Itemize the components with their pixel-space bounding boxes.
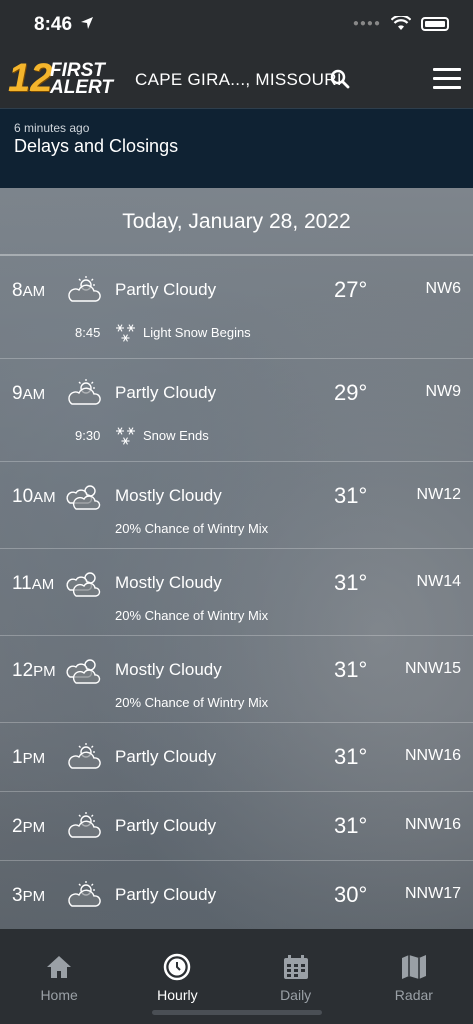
- snow-icon: [114, 321, 138, 345]
- hour-wind: NW12: [416, 486, 461, 503]
- search-icon[interactable]: [330, 69, 350, 89]
- tab-label: Hourly: [157, 987, 198, 1003]
- hour-temperature: 31°: [334, 813, 368, 838]
- mostly-cloudy-icon: [66, 655, 102, 685]
- hour-condition: Partly Cloudy: [115, 747, 217, 766]
- hour-time: 2PM: [12, 816, 46, 837]
- hour-row[interactable]: 2PM Partly Cloudy 31° NNW16: [0, 792, 473, 861]
- clock-icon: [164, 953, 191, 981]
- mostly-cloudy-icon: [66, 481, 102, 511]
- hour-row[interactable]: 11AM Mostly Cloudy 31° NW14 20% Chance of Wi…: [0, 549, 473, 636]
- hour-time: 3PM: [12, 885, 46, 906]
- status-icons: ●●●●: [353, 16, 449, 31]
- battery-icon: [421, 16, 449, 31]
- status-time: 8:46: [34, 14, 73, 35]
- tab-label: Radar: [394, 987, 433, 1003]
- hourly-forecast[interactable]: Today, January 28, 2022 8AM Partly Cloudy…: [0, 188, 473, 929]
- hour-wind: NNW17: [404, 885, 461, 902]
- mostly-cloudy-icon: [66, 568, 102, 598]
- menu-icon[interactable]: [433, 68, 461, 90]
- hour-condition: Partly Cloudy: [115, 885, 217, 904]
- hour-row[interactable]: 8AM Partly Cloudy 27° NW6 8:45 Light Snow Beg…: [0, 256, 473, 359]
- home-indicator[interactable]: [152, 1010, 322, 1015]
- hour-row[interactable]: 1PM Partly Cloudy 31° NNW16: [0, 723, 473, 792]
- hour-time: 1PM: [12, 747, 46, 768]
- map-icon: [401, 955, 426, 979]
- wifi-icon: [391, 16, 411, 30]
- event-text: Snow Ends: [143, 428, 209, 443]
- partly-cloudy-icon: [66, 811, 102, 841]
- tab-home[interactable]: Home: [0, 929, 118, 1024]
- hour-wind: NW6: [425, 280, 461, 297]
- hour-time: 8AM: [12, 280, 46, 301]
- hour-condition: Mostly Cloudy: [115, 573, 222, 592]
- hour-row[interactable]: 10AM Mostly Cloudy 31° NW12 20% Chance of Wi…: [0, 462, 473, 549]
- hour-condition: Partly Cloudy: [115, 816, 217, 835]
- location-arrow-icon: [81, 17, 93, 29]
- tab-label: Home: [40, 987, 78, 1003]
- hour-temperature: 31°: [334, 483, 368, 508]
- precip-chance: 20% Chance of Wintry Mix: [115, 521, 269, 536]
- logo-number: 12: [8, 56, 53, 100]
- alert-title: Delays and Closings: [14, 136, 179, 156]
- event-text: Light Snow Begins: [143, 325, 251, 340]
- logo-text: FIRST ALERT: [50, 61, 113, 98]
- home-icon: [47, 956, 72, 978]
- partly-cloudy-icon: [66, 378, 102, 408]
- hour-condition: Mostly Cloudy: [115, 660, 222, 679]
- hour-list: 8AM Partly Cloudy 27° NW6 8:45 Light Snow Beg…: [0, 256, 473, 929]
- tab-label: Daily: [280, 987, 312, 1003]
- calendar-icon: [283, 955, 308, 979]
- hour-wind: NNW15: [404, 660, 461, 677]
- event-time: 8:45: [75, 325, 101, 340]
- precip-chance: 20% Chance of Wintry Mix: [115, 608, 269, 623]
- hour-row[interactable]: 3PM Partly Cloudy 30° NNW17: [0, 861, 473, 929]
- partly-cloudy-icon: [66, 275, 102, 305]
- alert-banner[interactable]: 6 minutes ago Delays and Closings: [0, 108, 473, 188]
- hour-temperature: 31°: [334, 570, 368, 595]
- app-header: 12 FIRST ALERT CAPE GIRA..., MISSOURI: [0, 52, 473, 108]
- hour-time: 11AM: [12, 573, 55, 594]
- hour-condition: Partly Cloudy: [115, 383, 217, 402]
- precip-chance: 20% Chance of Wintry Mix: [115, 695, 269, 710]
- tab-radar[interactable]: Radar: [355, 929, 473, 1024]
- hour-wind: NW9: [425, 383, 461, 400]
- hour-wind: NNW16: [404, 816, 461, 833]
- app-logo[interactable]: 12 FIRST ALERT: [8, 56, 120, 104]
- hour-temperature: 27°: [334, 277, 368, 302]
- hour-time: 9AM: [12, 383, 46, 404]
- hour-wind: NW14: [416, 573, 461, 590]
- event-time: 9:30: [75, 428, 101, 443]
- hour-time: 10AM: [12, 486, 56, 507]
- alert-time: 6 minutes ago: [14, 121, 90, 135]
- hour-row[interactable]: 9AM Partly Cloudy 29° NW9 9:30 Snow Ends: [0, 359, 473, 462]
- hour-temperature: 30°: [334, 882, 368, 907]
- location-title[interactable]: CAPE GIRA..., MISSOURI: [135, 70, 342, 90]
- hour-row[interactable]: 12PM Mostly Cloudy 31° NNW15 20% Chance of W…: [0, 636, 473, 723]
- hour-time: 12PM: [12, 660, 56, 681]
- hour-temperature: 31°: [334, 744, 368, 769]
- partly-cloudy-icon: [66, 742, 102, 772]
- snow-icon: [114, 424, 138, 448]
- date-heading: Today, January 28, 2022: [0, 188, 473, 256]
- status-bar: 8:46 ●●●●: [0, 0, 473, 52]
- signal-icon: ●●●●: [352, 18, 381, 29]
- partly-cloudy-icon: [66, 880, 102, 910]
- hour-condition: Partly Cloudy: [115, 280, 217, 299]
- hour-wind: NNW16: [404, 747, 461, 764]
- hour-condition: Mostly Cloudy: [115, 486, 222, 505]
- logo-line2: ALERT: [50, 77, 113, 98]
- hour-temperature: 29°: [334, 380, 368, 405]
- hour-temperature: 31°: [334, 657, 368, 682]
